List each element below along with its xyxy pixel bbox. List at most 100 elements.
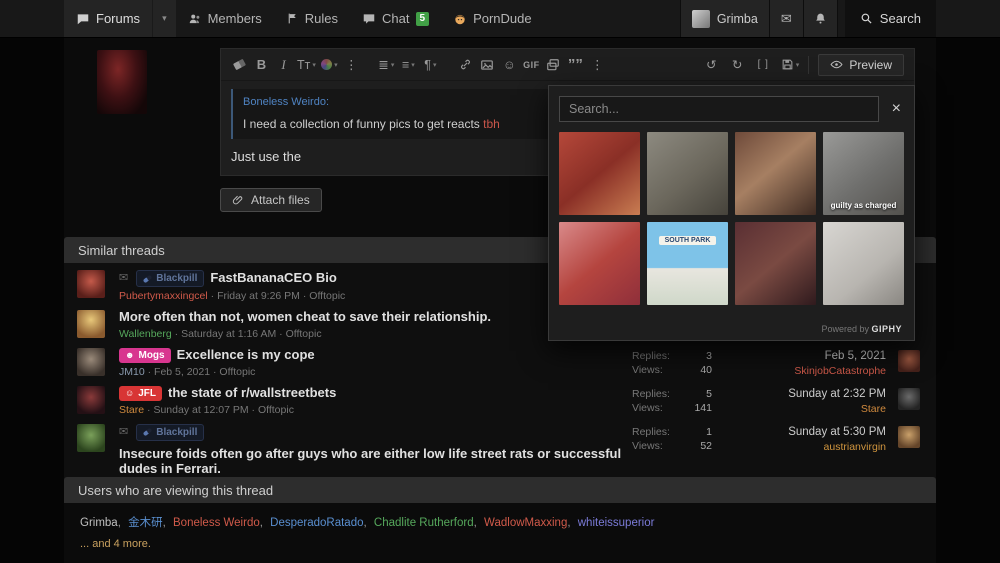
last-poster[interactable]: Stare [726,403,886,415]
views-count: 40 [700,363,712,376]
thread-author[interactable]: Wallenberg [119,328,172,340]
thread-title[interactable]: Insecure foids often go after guys who a… [119,446,622,477]
thread-date: Sunday at 12:07 PM [153,403,249,416]
list-button[interactable]: ≣ ▾ [378,54,395,76]
thread-avatar[interactable] [77,270,105,298]
gif-thumbnail[interactable] [823,222,904,305]
attach-files-button[interactable]: Attach files [220,188,322,212]
gif-caption: SOUTH PARK [659,236,716,245]
last-post-date[interactable]: Sunday at 2:32 PM [726,388,886,400]
viewer-name[interactable]: Chadlite Rutherford [374,517,474,529]
thread-author[interactable]: Stare [119,404,144,416]
current-user-post-avatar[interactable] [97,50,147,114]
chevron-down-icon: ▾ [432,61,437,69]
thread-avatar[interactable] [77,347,105,376]
viewer-name[interactable]: whiteissuperior [578,517,655,529]
redo-button[interactable]: ↻ [729,54,746,76]
nav-forums-dropdown[interactable]: ▾ [152,0,176,37]
chevron-down-icon: ▾ [411,61,415,69]
quote-highlight: tbh [483,117,500,131]
prefix-mogs[interactable]: ☻ Mogs [119,347,171,363]
thread-avatar[interactable] [77,385,105,414]
thread-forum[interactable]: Offtopic [286,328,322,340]
thread-title[interactable]: More often than not, women cheat to save… [119,309,491,325]
pill-icon [142,274,153,283]
drafts-button[interactable]: ▾ [781,54,799,76]
preview-eye-icon [830,60,843,69]
nav-alerts-button[interactable] [803,0,838,37]
close-icon[interactable]: × [889,101,904,117]
thread-avatar[interactable] [77,423,105,452]
text-color-button[interactable]: ▾ [321,54,338,76]
thread-main: ☻ Mogs Excellence is my cope JM10 · Feb 5… [119,347,632,378]
nav-username: Grimba [716,11,758,26]
nav-user-button[interactable]: Grimba [679,0,770,37]
font-size-icon: Tᴛ [297,57,311,72]
last-poster-avatar[interactable] [898,425,920,448]
gif-thumbnail[interactable] [735,132,816,215]
thread-title[interactable]: Excellence is my cope [177,347,315,363]
gif-thumbnail[interactable] [647,132,728,215]
prefix-blackpill[interactable]: Blackpill [136,270,205,287]
nav-item-members[interactable]: Members [176,0,274,37]
gif-thumbnail[interactable] [735,222,816,305]
thread-title[interactable]: FastBananaCEO Bio [210,270,336,286]
eraser-icon [233,58,246,71]
undo-button[interactable]: ↺ [703,54,720,76]
members-icon [189,14,199,23]
smilie-button[interactable]: ☺ [501,54,518,76]
gif-thumbnail[interactable] [559,222,640,305]
thread-last-post: Feb 5, 2021 SkinjobCatastrophe [726,350,886,377]
thread-avatar[interactable] [77,310,105,338]
last-post-date[interactable]: Feb 5, 2021 [726,350,886,362]
viewer-name[interactable]: Grimba [80,517,118,529]
preview-button[interactable]: Preview [818,53,904,76]
chevron-down-icon: ▾ [312,61,316,69]
thread-forum[interactable]: Offtopic [219,366,255,378]
last-poster-avatar[interactable] [898,387,920,410]
nav-item-chat[interactable]: Chat 5 [350,0,441,37]
thread-meta: Stare · Sunday at 12:07 PM · Offtopic [119,403,294,416]
last-post-date[interactable]: Sunday at 5:30 PM [726,426,886,438]
nav-members-label: Members [207,11,262,26]
thread-forum[interactable]: Offtopic [258,404,294,416]
pill-icon [142,428,153,437]
italic-button[interactable]: I [275,54,292,76]
nav-item-forums[interactable]: Forums [64,0,153,37]
nav-item-rules[interactable]: Rules [274,0,350,37]
nav-messages-button[interactable]: ✉ [769,0,804,37]
chevron-down-icon: ▾ [390,61,395,69]
gif-button[interactable]: GIF [523,54,540,76]
viewer-name[interactable]: WadlowMaxxing [484,517,567,529]
insert-link-button[interactable] [457,54,474,76]
nav-search-button[interactable]: Search [844,0,936,37]
viewer-name[interactable]: Boneless Weirdo [173,517,260,529]
thread-author[interactable]: JM10 [119,366,145,378]
insert-image-button[interactable] [479,54,496,76]
prefix-blackpill[interactable]: Blackpill [136,423,205,441]
viewer-name[interactable]: DesperadoRatado [270,517,363,529]
quote-button[interactable]: ”” [567,54,584,76]
thread-title[interactable]: the state of r/wallstreetbets [168,385,336,401]
insert-media-button[interactable] [545,54,562,76]
paragraph-button[interactable]: ¶ ▾ [422,54,439,76]
prefix-jfl[interactable]: ☺ JFL [119,385,162,401]
thread-author[interactable]: Pubertymaxxingcel [119,290,208,302]
thread-forum[interactable]: Offtopic [309,290,345,302]
gif-thumbnail[interactable]: SOUTH PARK [647,222,728,305]
gif-search-input[interactable] [559,96,879,122]
last-poster-avatar[interactable] [898,349,920,372]
bbcode-toggle-button[interactable]: [ ] [755,54,772,76]
gif-thumbnail[interactable] [559,132,640,215]
align-button[interactable]: ≡ ▾ [400,54,417,76]
viewer-name[interactable]: 金木研 [128,517,163,529]
last-poster[interactable]: SkinjobCatastrophe [726,365,886,377]
nav-item-porndude[interactable]: PornDude [441,0,544,37]
remove-formatting-button[interactable] [231,54,248,76]
more-insert-button[interactable]: ⋮ [589,54,606,76]
bold-button[interactable]: B [253,54,270,76]
more-format-button[interactable]: ⋮ [343,54,360,76]
gif-thumbnail[interactable]: guilty as charged [823,132,904,215]
font-size-button[interactable]: Tᴛ ▾ [297,54,316,76]
last-poster[interactable]: austrianvirgin [726,441,886,453]
